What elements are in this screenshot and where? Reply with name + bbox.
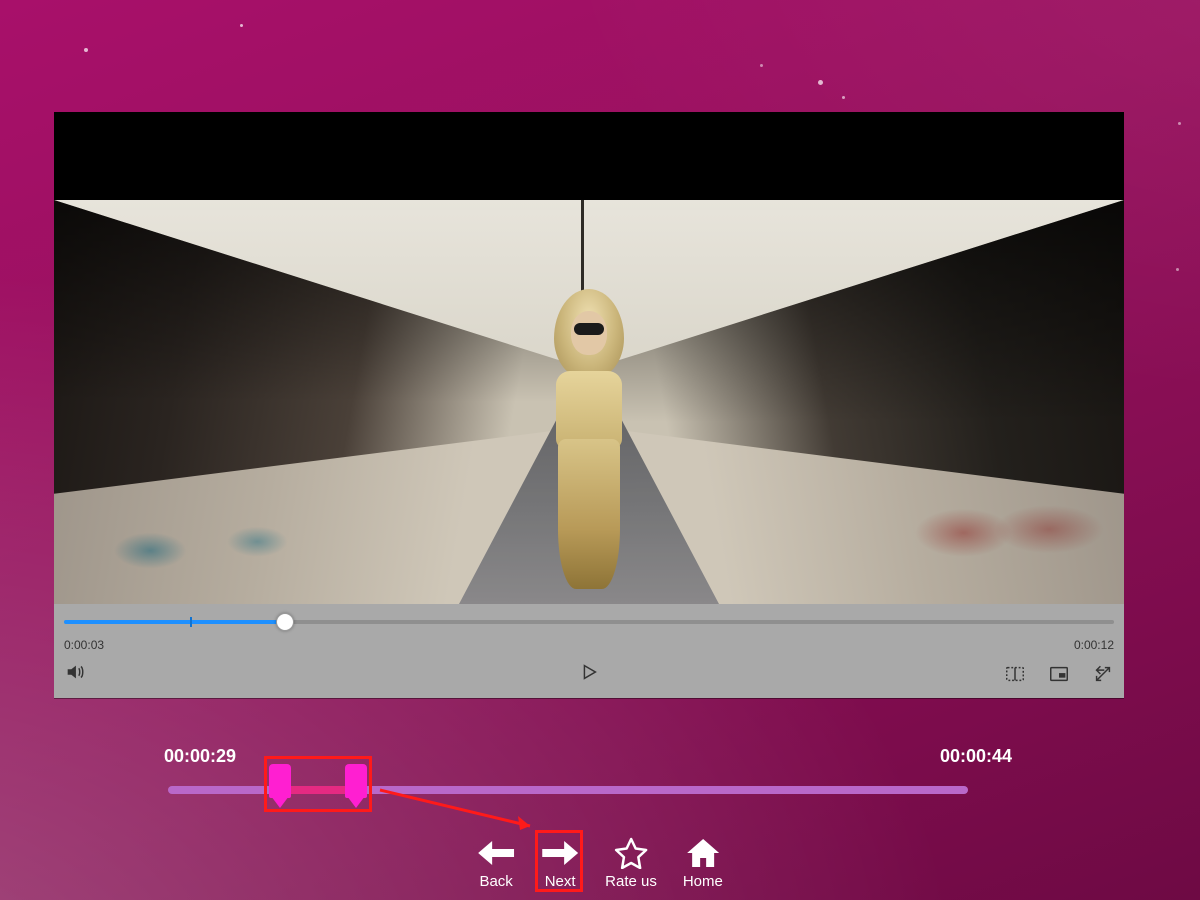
play-icon[interactable] [578,661,600,683]
trim-start-time: 00:00:29 [164,746,236,767]
arrow-right-icon [541,836,579,870]
picture-in-picture-icon[interactable] [1048,663,1070,685]
trim-handle-end[interactable] [345,764,367,798]
rate-us-button[interactable]: Rate us [605,836,657,890]
trim-end-time: 00:00:44 [940,746,1012,767]
total-time: 0:00:12 [1074,638,1114,652]
back-label: Back [479,873,512,890]
footer-nav: Back Next Rate us Home [477,836,723,890]
player-controls: 0:00:03 0:00:12 [54,604,1124,698]
seek-thumb[interactable] [276,613,294,631]
subtitle-icon[interactable] [1004,663,1026,685]
home-label: Home [683,873,723,890]
arrow-left-icon [477,836,515,870]
next-button[interactable]: Next [541,836,579,890]
fullscreen-icon[interactable] [1092,663,1114,685]
seek-bar[interactable] [64,620,1114,624]
letterbox-top [54,112,1124,200]
trim-bar-area: 00:00:29 00:00:44 [168,744,1032,814]
trim-handle-start[interactable] [269,764,291,798]
video-player-container: 0:00:03 0:00:12 [54,112,1124,698]
rate-us-label: Rate us [605,873,657,890]
home-button[interactable]: Home [683,836,723,890]
elapsed-time: 0:00:03 [64,638,104,652]
star-icon [612,836,650,870]
trim-track[interactable] [168,786,968,794]
volume-icon[interactable] [64,661,86,683]
next-label: Next [545,873,576,890]
home-icon [684,836,722,870]
video-frame[interactable] [54,200,1124,604]
back-button[interactable]: Back [477,836,515,890]
